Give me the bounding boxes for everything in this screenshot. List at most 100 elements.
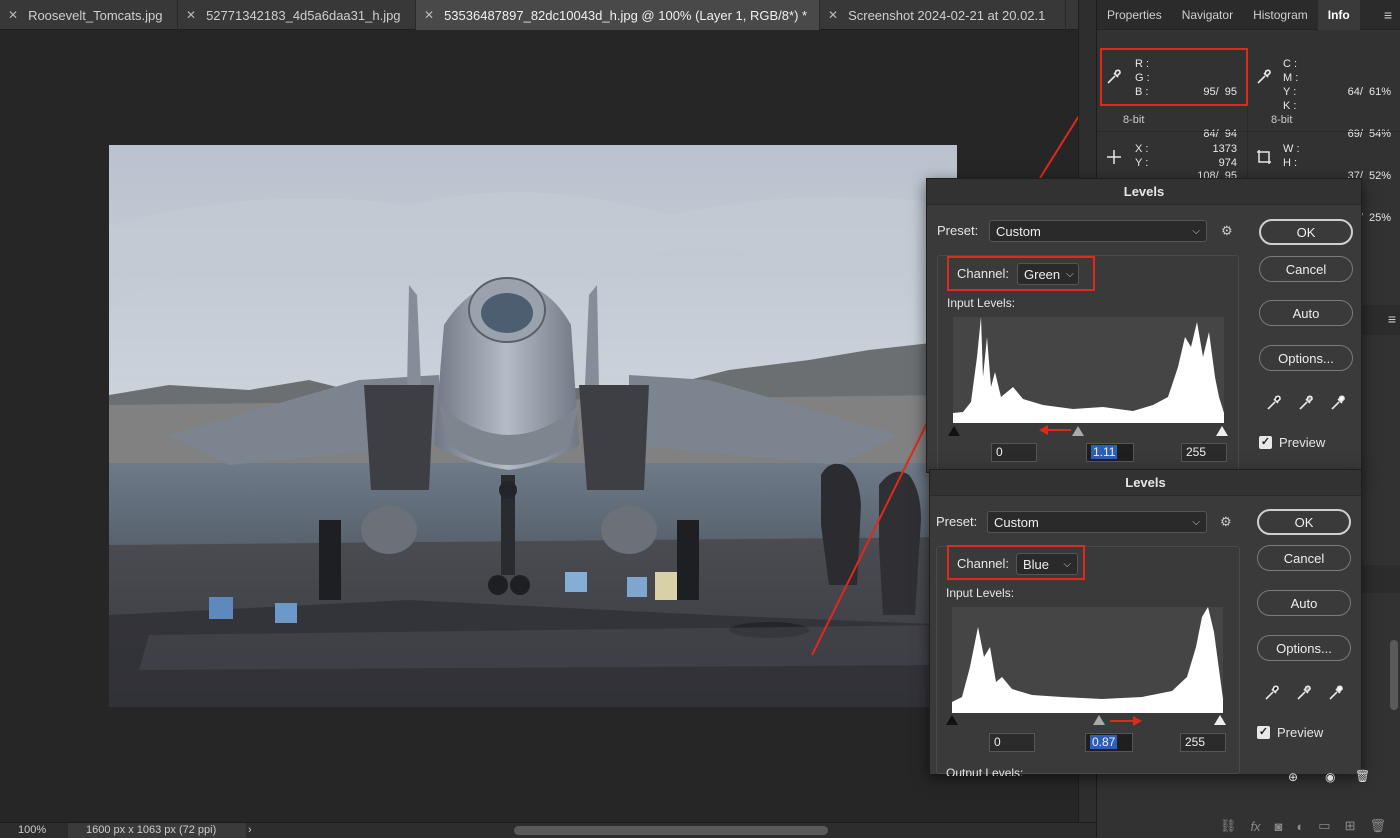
panel-menu-icon[interactable]: ≡ xyxy=(1388,311,1396,327)
zoom-level[interactable]: 100% xyxy=(18,824,46,836)
close-icon[interactable]: ✕ xyxy=(424,8,434,22)
levels-dialog-green: Levels Preset: Custom ⌵ ⚙ Channel: Green ⌵… xyxy=(926,178,1362,473)
tab-screenshot[interactable]: ✕ Screenshot 2024-02-21 at 20.02.1 xyxy=(820,0,1066,30)
dialog-title: Levels xyxy=(927,179,1361,205)
x-value: 1373 xyxy=(1212,143,1237,155)
gray-eyedropper-icon[interactable] xyxy=(1295,684,1313,702)
c-label: C : xyxy=(1283,58,1298,70)
document-canvas[interactable] xyxy=(0,31,1078,822)
preview-label: Preview xyxy=(1277,725,1324,740)
preset-select[interactable]: Custom ⌵ xyxy=(987,511,1207,533)
input-levels-label: Input Levels: xyxy=(946,586,1015,600)
tab-info[interactable]: Info xyxy=(1317,0,1360,30)
adjustment-icon[interactable]: ◐ xyxy=(1296,819,1304,834)
tab-navigator[interactable]: Navigator xyxy=(1172,0,1243,30)
input-black-field[interactable]: 0 xyxy=(991,443,1037,462)
close-icon[interactable]: ✕ xyxy=(8,8,18,22)
close-icon[interactable]: ✕ xyxy=(186,8,196,22)
tab-histogram[interactable]: Histogram xyxy=(1243,0,1318,30)
tab-53536487897-active[interactable]: ✕ 53536487897_82dc10043d_h.jpg @ 100% (L… xyxy=(416,0,820,30)
preset-value: Custom xyxy=(996,223,1041,239)
input-white-field[interactable]: 255 xyxy=(1181,443,1227,462)
bit-depth-right: 8-bit xyxy=(1271,114,1293,126)
black-point-slider[interactable] xyxy=(948,426,960,436)
trash-icon[interactable]: 🗑 xyxy=(1355,769,1370,783)
options-button[interactable]: Options... xyxy=(1257,635,1351,661)
white-point-slider[interactable] xyxy=(1216,426,1228,436)
layers-footer-icons: ⛓ fx ◙ ◐ ▭ ⊞ 🗑 xyxy=(1096,814,1400,838)
input-white-field[interactable]: 255 xyxy=(1180,733,1226,752)
histogram xyxy=(952,607,1223,713)
tab-roosevelt-tomcats[interactable]: ✕ Roosevelt_Tomcats.jpg xyxy=(0,0,178,30)
white-point-slider[interactable] xyxy=(1214,715,1226,725)
k-label: K : xyxy=(1283,100,1297,112)
panel-menu-icon[interactable]: ≡ xyxy=(1384,7,1392,23)
cancel-button[interactable]: Cancel xyxy=(1257,545,1351,571)
preview-label: Preview xyxy=(1279,435,1326,450)
fx-icon[interactable]: fx xyxy=(1250,819,1260,834)
gray-eyedropper-icon[interactable] xyxy=(1297,394,1315,412)
histogram-graph xyxy=(952,607,1223,713)
gamma-slider[interactable] xyxy=(1072,426,1084,436)
histogram-graph xyxy=(953,317,1224,423)
levels-dialog-blue: Levels Preset: Custom ⌵ ⚙ Channel: Blue ⌵ … xyxy=(929,469,1362,776)
tab-label: Screenshot 2024-02-21 at 20.02.1 xyxy=(848,7,1046,23)
crosshair-icon xyxy=(1107,150,1121,164)
preview-checkbox[interactable]: ✓ xyxy=(1259,436,1272,449)
preview-checkbox[interactable]: ✓ xyxy=(1257,726,1270,739)
tab-52771342183[interactable]: ✕ 52771342183_4d5a6daa31_h.jpg xyxy=(178,0,416,30)
new-layer-icon[interactable]: ⊞ xyxy=(1345,818,1356,834)
panel-scrollbar[interactable] xyxy=(1390,640,1398,710)
options-button[interactable]: Options... xyxy=(1259,345,1353,371)
chevron-right-icon[interactable]: › xyxy=(248,824,252,836)
auto-button[interactable]: Auto xyxy=(1257,590,1351,616)
c-value: 64/ 61% xyxy=(1347,86,1391,98)
g-value: 84/ 94 xyxy=(1203,128,1237,140)
input-gamma-field[interactable]: 0.87 xyxy=(1085,733,1133,752)
annotation-arrow xyxy=(811,115,1078,656)
dialog-title: Levels xyxy=(930,470,1361,496)
gamma-slider[interactable] xyxy=(1093,715,1105,725)
folder-icon[interactable]: ▭ xyxy=(1318,818,1330,834)
m-value: 69/ 54% xyxy=(1347,128,1391,140)
cancel-button[interactable]: Cancel xyxy=(1259,256,1353,282)
document-tab-bar: ✕ Roosevelt_Tomcats.jpg ✕ 52771342183_4d… xyxy=(0,0,1096,30)
eyedropper-icon xyxy=(1257,69,1271,84)
tab-label: 53536487897_82dc10043d_h.jpg @ 100% (Lay… xyxy=(444,7,808,23)
close-icon[interactable]: ✕ xyxy=(828,8,838,22)
gamma-value: 0.87 xyxy=(1090,735,1118,749)
highlight-channel xyxy=(947,256,1095,291)
chevron-down-icon: ⌵ xyxy=(1192,225,1200,237)
gear-icon[interactable]: ⚙ xyxy=(1220,514,1232,530)
black-eyedropper-icon[interactable] xyxy=(1265,394,1283,412)
preset-value: Custom xyxy=(994,514,1039,530)
black-point-slider[interactable] xyxy=(946,715,958,725)
annotation-arrow-left xyxy=(1039,425,1071,435)
white-eyedropper-icon[interactable] xyxy=(1329,394,1347,412)
gamma-value: 1.11 xyxy=(1091,445,1118,459)
document-dimensions: 1600 px x 1063 px (72 ppi) xyxy=(68,823,246,838)
highlight-channel xyxy=(947,545,1085,580)
selection-size-icon xyxy=(1257,150,1271,164)
horizontal-scrollbar[interactable] xyxy=(514,826,828,835)
link-icon[interactable]: ⛓ xyxy=(1220,818,1237,834)
add-adjustment-icon[interactable]: ⊕ xyxy=(1288,770,1298,784)
ok-button[interactable]: OK xyxy=(1257,509,1351,535)
preset-select[interactable]: Custom ⌵ xyxy=(989,220,1207,242)
black-eyedropper-icon[interactable] xyxy=(1263,684,1281,702)
gear-icon[interactable]: ⚙ xyxy=(1221,223,1233,239)
mask-icon[interactable]: ◙ xyxy=(1275,819,1283,834)
status-bar: 100% 1600 px x 1063 px (72 ppi) › xyxy=(0,822,1096,838)
auto-button[interactable]: Auto xyxy=(1259,300,1353,326)
camera-icon[interactable]: ◉ xyxy=(1325,770,1335,784)
trash-icon[interactable]: 🗑 xyxy=(1369,818,1386,834)
white-eyedropper-icon[interactable] xyxy=(1327,684,1345,702)
annotation-arrow-right xyxy=(1110,716,1142,726)
input-black-field[interactable]: 0 xyxy=(989,733,1035,752)
tab-properties[interactable]: Properties xyxy=(1097,0,1172,30)
histogram xyxy=(953,317,1224,423)
input-gamma-field[interactable]: 1.11 xyxy=(1086,443,1134,462)
x-label: X : xyxy=(1135,143,1149,155)
bit-depth-left: 8-bit xyxy=(1123,114,1145,126)
ok-button[interactable]: OK xyxy=(1259,219,1353,245)
